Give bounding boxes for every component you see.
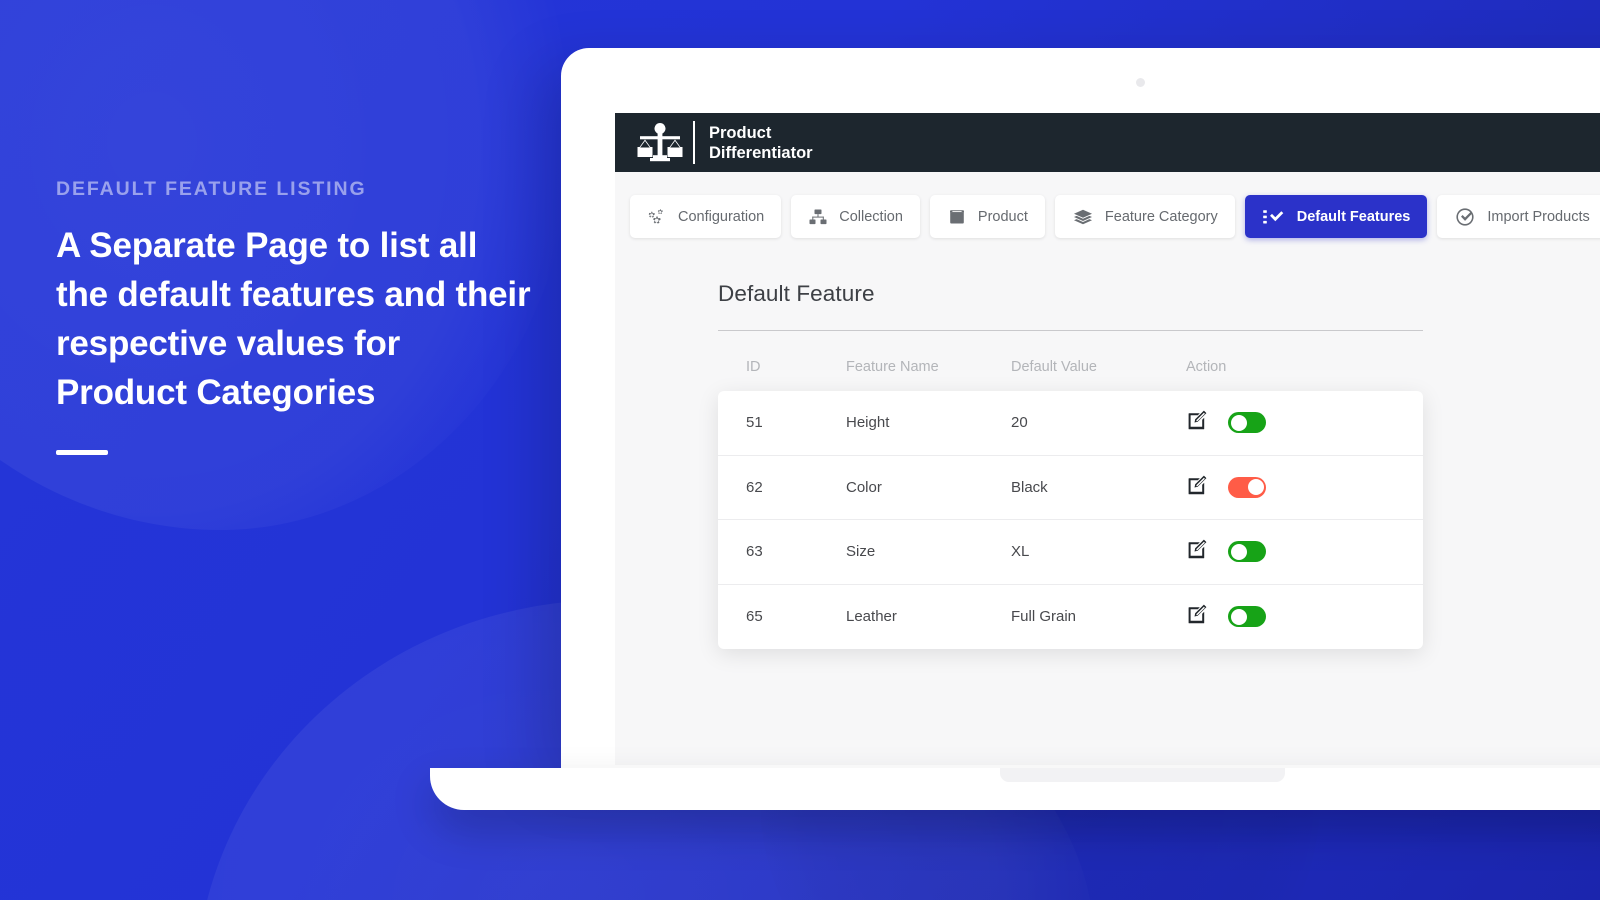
toggle-knob: [1230, 414, 1247, 431]
layers-icon: [1072, 208, 1094, 226]
balance-scales-icon: [632, 121, 688, 165]
tab-label: Default Features: [1296, 208, 1411, 225]
laptop-base-notch: [1000, 768, 1285, 782]
status-toggle[interactable]: [1228, 412, 1266, 434]
app-screen: Product Differentiator Configuration Col…: [615, 113, 1600, 765]
list-check-icon: [1262, 208, 1286, 226]
brand-line-1: Product: [709, 123, 772, 142]
tab-feature-category[interactable]: Feature Category: [1054, 195, 1235, 238]
tab-label: Product: [977, 208, 1028, 225]
cell-action: [1186, 603, 1366, 630]
table-header-row: ID Feature Name Default Value Action: [718, 359, 1600, 375]
circle-check-icon: [1454, 207, 1476, 227]
page-content: Default Feature ID Feature Name Default …: [615, 238, 1600, 649]
cell-default-value: 20: [1011, 414, 1028, 432]
title-divider: [718, 330, 1423, 331]
app-top-bar: Product Differentiator: [615, 113, 1600, 172]
column-header-feature-name: Feature Name: [846, 359, 939, 375]
app-brand-title: Product Differentiator: [709, 123, 813, 163]
tab-label: Import Products: [1487, 208, 1590, 225]
status-toggle[interactable]: [1228, 606, 1266, 628]
promo-headline: A Separate Page to list all the default …: [56, 226, 531, 412]
cell-id: 51: [746, 414, 763, 432]
laptop-camera-dot: [1136, 78, 1145, 87]
tab-label: Feature Category: [1104, 208, 1218, 225]
cell-feature-name: Color: [846, 478, 882, 496]
status-toggle[interactable]: [1228, 476, 1266, 498]
cell-id: 65: [746, 608, 763, 626]
logo-divider: [693, 121, 695, 164]
toggle-knob: [1230, 608, 1247, 625]
cell-feature-name: Height: [846, 414, 890, 432]
cell-action: [1186, 409, 1366, 436]
tab-label: Collection: [839, 208, 903, 225]
column-header-default-value: Default Value: [1011, 359, 1097, 375]
cell-default-value: Full Grain: [1011, 608, 1077, 626]
box-icon: [947, 208, 967, 226]
toggle-knob: [1230, 543, 1247, 560]
table-row: 65 Leather Full Grain: [718, 585, 1423, 650]
tab-label: Configuration: [678, 208, 765, 225]
cell-id: 63: [746, 543, 763, 561]
toggle-knob: [1247, 479, 1264, 496]
promo-copy: DEFAULT FEATURE LISTING A Separate Page …: [56, 178, 536, 455]
main-nav-tabs: Configuration Collection Product Feature…: [615, 172, 1600, 238]
cell-default-value: XL: [1011, 543, 1030, 561]
cell-id: 62: [746, 478, 763, 496]
promo-underline-rule: [56, 450, 108, 455]
edit-pencil-icon[interactable]: [1186, 538, 1208, 565]
edit-pencil-icon[interactable]: [1186, 603, 1208, 630]
tab-import-products[interactable]: Import Products: [1437, 195, 1600, 238]
promo-eyebrow: DEFAULT FEATURE LISTING: [56, 178, 367, 200]
brand-line-2: Differentiator: [709, 143, 813, 162]
cell-feature-name: Size: [846, 543, 876, 561]
column-header-id: ID: [746, 359, 761, 375]
tab-default-features[interactable]: Default Features: [1244, 195, 1428, 238]
cell-action: [1186, 538, 1366, 565]
cell-action: [1186, 474, 1366, 501]
column-header-action: Action: [1186, 359, 1227, 375]
cell-feature-name: Leather: [846, 608, 897, 626]
page-title: Default Feature: [718, 281, 875, 306]
table-row: 63 Size XL: [718, 520, 1423, 585]
gears-icon: [647, 208, 667, 226]
tab-configuration[interactable]: Configuration: [630, 195, 782, 238]
cell-default-value: Black: [1011, 478, 1048, 496]
edit-pencil-icon[interactable]: [1186, 409, 1208, 436]
status-toggle[interactable]: [1228, 541, 1266, 563]
edit-pencil-icon[interactable]: [1186, 474, 1208, 501]
table-row: 62 Color Black: [718, 456, 1423, 520]
tab-collection[interactable]: Collection: [791, 195, 920, 238]
sitemap-icon: [808, 208, 828, 226]
feature-table-body: 51 Height 20 62 Color Black 63 Size XL 6…: [718, 391, 1423, 649]
tab-product[interactable]: Product: [929, 195, 1045, 238]
table-row: 51 Height 20: [718, 391, 1423, 456]
